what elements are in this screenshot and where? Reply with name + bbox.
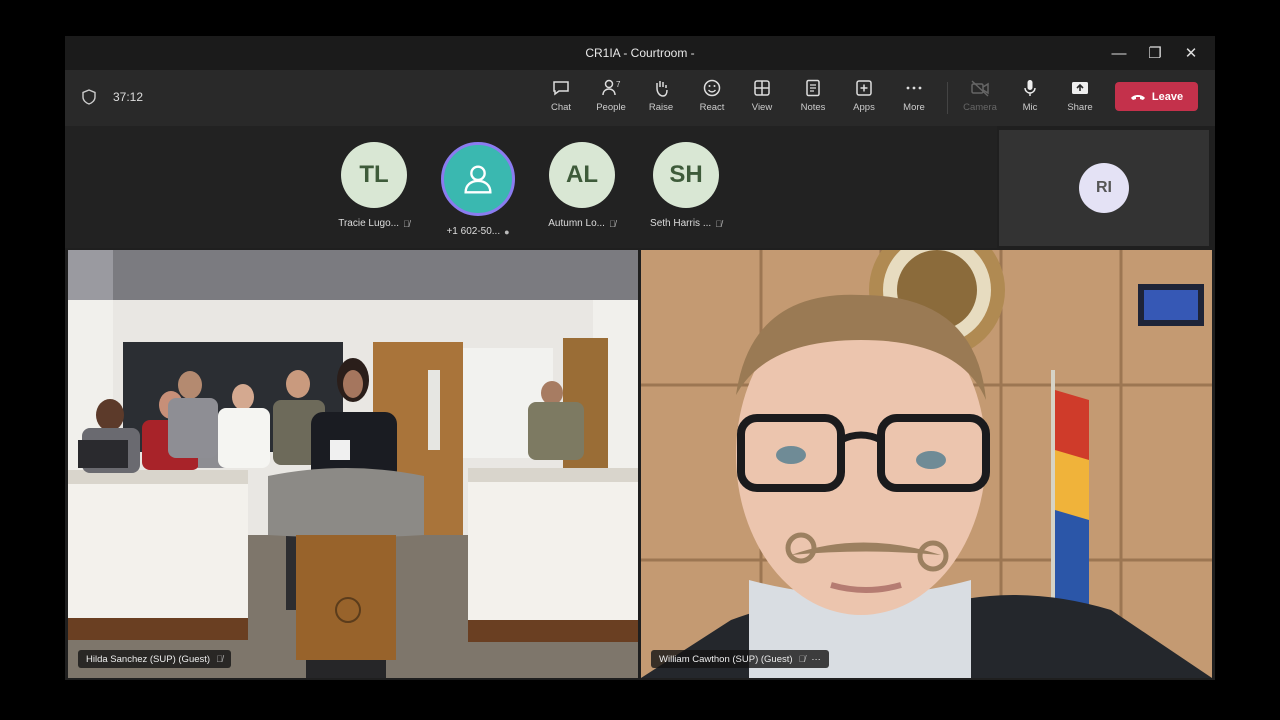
more-label: More [903,102,925,113]
video-participant-name: William Cawthon (SUP) (Guest) [659,653,793,665]
camera-label: Camera [963,102,997,113]
share-button[interactable]: Share [1058,78,1102,120]
video-tile-judge[interactable]: William Cawthon (SUP) (Guest) 🎙̸ ··· [641,250,1212,678]
notes-icon [806,79,820,97]
window-title: CR1IA - Courtroom - [585,46,695,60]
people-icon: 7 [602,79,621,96]
more-options-icon[interactable]: ··· [811,654,821,665]
mic-muted-icon: 🎙̸ [715,218,722,229]
people-button[interactable]: 7 People [589,78,633,120]
participant-name: Tracie Lugo... [338,218,400,229]
mic-label: Mic [1022,102,1038,113]
video-name-label: Hilda Sanchez (SUP) (Guest) 🎙̸ [78,650,231,668]
people-label: People [596,102,626,113]
participant-tile[interactable]: +1 602-50... ● [423,142,533,237]
view-button[interactable]: View [740,78,784,120]
mic-muted-icon: 🎙̸ [798,654,806,664]
window-controls: — ❐ ✕ [1101,36,1209,70]
shield-icon [82,89,96,105]
apps-button[interactable]: Apps [842,78,886,120]
chat-button[interactable]: Chat [539,78,583,120]
more-button[interactable]: More [892,78,936,120]
person-icon [464,165,492,194]
raise-label: Raise [648,102,674,113]
video-name-label: William Cawthon (SUP) (Guest) 🎙̸ ··· [651,650,829,668]
close-window-button[interactable]: ✕ [1173,44,1209,62]
title-bar: CR1IA - Courtroom - — ❐ ✕ [65,36,1215,70]
judge-video-feed [641,250,1212,678]
mic-button[interactable]: Mic [1008,78,1052,120]
chat-label: Chat [550,102,572,113]
video-participant-name: Hilda Sanchez (SUP) (Guest) [86,653,211,665]
apps-label: Apps [853,102,875,113]
grid-view-icon [754,80,770,96]
restore-button[interactable]: ❐ [1137,44,1173,62]
notes-label: Notes [800,102,826,113]
courtroom-video-feed [68,250,638,678]
self-view-tile[interactable]: RI [999,130,1209,246]
share-label: Share [1067,102,1093,113]
minimize-button[interactable]: — [1101,45,1137,62]
hang-up-icon [1130,94,1145,100]
react-button[interactable]: React [690,78,734,120]
view-label: View [751,102,773,113]
leave-button[interactable]: Leave [1115,82,1198,111]
camera-off-icon [971,80,989,97]
avatar [441,142,515,216]
participant-name: +1 602-50... [446,226,501,237]
avatar: SH [653,142,719,208]
mic-muted-icon: 🎙̸ [216,654,223,664]
people-count: 7 [616,80,621,89]
ellipsis-icon [906,86,922,90]
participant-name: Autumn Lo... [548,218,605,229]
mic-muted-icon: 🎙̸ [403,218,410,229]
avatar: TL [341,142,407,208]
avatar: AL [549,142,615,208]
share-tray-icon [1072,82,1088,94]
participant-strip: TL Tracie Lugo... 🎙̸ +1 602-50... ● AL Aut… [65,126,997,248]
avatar: RI [1079,163,1129,213]
apps-plus-icon [856,80,872,96]
mic-muted-icon: 🎙̸ [608,218,616,229]
microphone-icon [1024,80,1036,96]
leave-label: Leave [1151,90,1184,103]
participant-tile[interactable]: SH Seth Harris ... 🎙̸ [631,142,741,229]
toolbar-divider [947,82,948,114]
participant-name: Seth Harris ... [650,218,712,229]
notes-button[interactable]: Notes [791,78,835,120]
participant-tile[interactable]: TL Tracie Lugo... 🎙̸ [319,142,429,229]
camera-button[interactable]: Camera [958,78,1002,120]
react-label: React [699,102,725,113]
video-tile-courtroom[interactable]: Hilda Sanchez (SUP) (Guest) 🎙̸ [68,250,638,678]
participant-tile[interactable]: AL Autumn Lo... 🎙̸ [527,142,637,229]
meeting-timer: 37:12 [113,90,144,104]
smiley-icon [703,79,721,97]
phone-user-icon: ● [504,226,510,237]
meeting-toolbar: 37:12 Chat 7 People Raise React View Not… [65,70,1215,126]
raise-hand-button[interactable]: Raise [639,78,683,120]
chat-icon [553,81,569,96]
raise-hand-icon [656,81,668,97]
teams-meeting-window: CR1IA - Courtroom - — ❐ ✕ 37:12 Chat 7 P… [65,36,1215,680]
